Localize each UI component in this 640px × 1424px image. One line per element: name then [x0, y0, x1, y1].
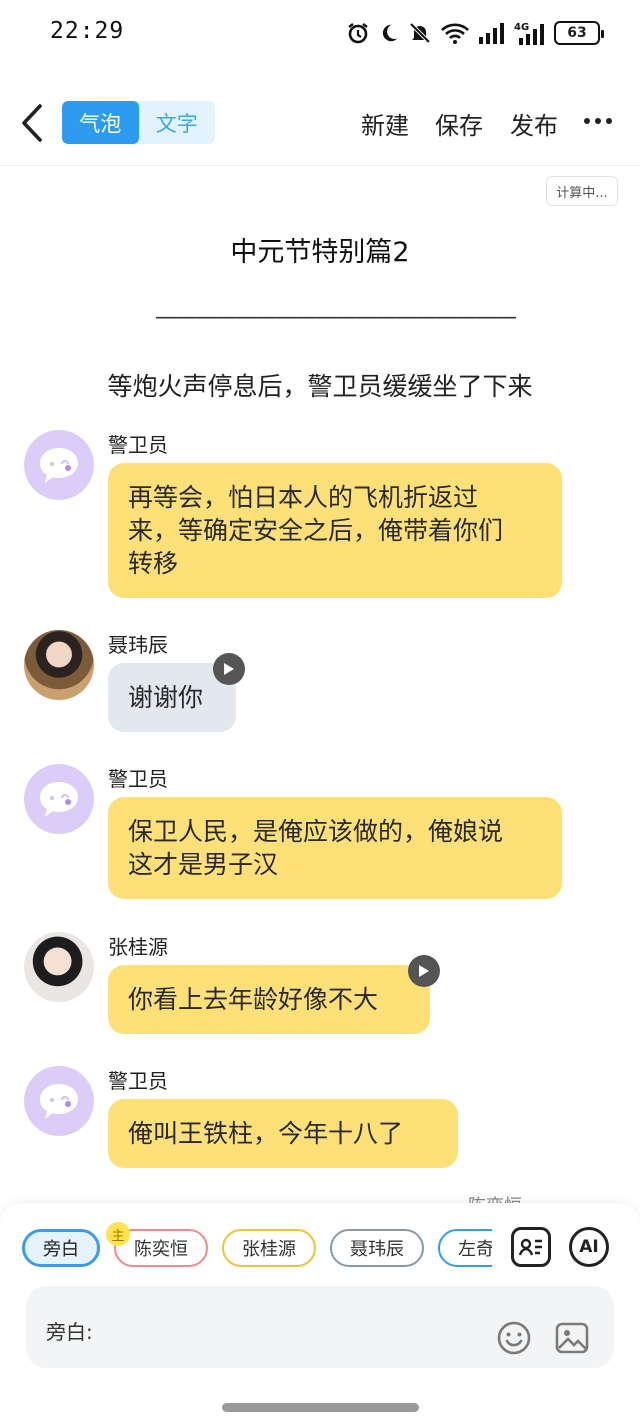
message-line: 俺叫王铁柱，今年十八了 — [128, 1119, 404, 1148]
svg-text:4G: 4G — [514, 22, 529, 33]
signal-icon — [479, 23, 504, 44]
message-line: 这才是男子汉 — [128, 850, 279, 879]
bot-avatar[interactable] — [24, 1066, 94, 1136]
view-mode-switch: 气泡 文字 — [62, 101, 215, 144]
message-line: 来，等确定安全之后，俺带着你们 — [128, 516, 504, 545]
role-chip-zuo-qihan[interactable]: 左奇函 — [438, 1229, 492, 1267]
home-indicator[interactable] — [222, 1403, 419, 1412]
ai-button[interactable]: AI — [569, 1227, 609, 1267]
message-line: 保卫人民，是俺应该做的，俺娘说 — [128, 817, 504, 846]
photo-avatar[interactable] — [24, 932, 94, 1002]
chat-bubble-face-icon — [40, 1084, 78, 1119]
alarm-icon — [348, 23, 368, 44]
role-chip-zhang-guiyuan[interactable]: 张桂源 — [222, 1229, 316, 1267]
role-selector: 旁白 陈奕恒 张桂源 聂玮辰 左奇函 — [22, 1229, 492, 1269]
chat-bubble-face-icon — [40, 448, 78, 483]
signal-4g-icon: 4G — [514, 22, 544, 45]
save-button[interactable]: 保存 — [435, 106, 483, 141]
message-line: 谢谢你 — [128, 683, 204, 712]
narration-text[interactable]: 等炮火声停息后，警卫员缓缓坐了下来 — [0, 367, 640, 403]
publish-button[interactable]: 发布 — [510, 106, 558, 141]
role-chip-narrator[interactable]: 旁白 — [22, 1229, 100, 1267]
message-line: 你看上去年龄好像不大 — [128, 985, 379, 1014]
status-bar: 22:29 4G 63 — [0, 0, 640, 66]
new-button[interactable]: 新建 — [361, 106, 409, 141]
audio-play-icon[interactable] — [408, 955, 440, 987]
bot-avatar[interactable] — [24, 764, 94, 834]
host-badge: 主 — [106, 1222, 130, 1246]
more-options-icon[interactable] — [584, 118, 612, 124]
audio-play-icon[interactable] — [213, 653, 245, 685]
chat-bubble-face-icon — [40, 782, 78, 817]
message-bubble[interactable]: 俺叫王铁柱，今年十八了 — [108, 1099, 458, 1168]
speaker-name: 警卫员 — [108, 1069, 168, 1093]
message-bubble[interactable]: 保卫人民，是俺应该做的，俺娘说 这才是男子汉 — [108, 797, 562, 899]
role-chip-nie-weichen[interactable]: 聂玮辰 — [330, 1229, 424, 1267]
battery-icon: 63 — [554, 21, 604, 45]
top-toolbar: 气泡 文字 新建 保存 发布 — [0, 80, 640, 166]
message-line: 再等会，怕日本人的飞机折返过 — [128, 483, 479, 512]
title-divider: —————————————————— — [155, 305, 517, 330]
wifi-icon — [441, 23, 469, 44]
tab-bubble[interactable]: 气泡 — [62, 101, 139, 144]
back-arrow-icon[interactable] — [18, 102, 48, 144]
moon-icon — [382, 24, 398, 42]
message-line: 转移 — [128, 549, 179, 578]
photo-avatar[interactable] — [24, 630, 94, 700]
speaker-name: 聂玮辰 — [108, 633, 168, 657]
speaker-name: 警卫员 — [108, 433, 168, 457]
status-time: 22:29 — [50, 18, 125, 44]
speaker-name: 警卫员 — [108, 767, 168, 791]
message-bubble[interactable]: 你看上去年龄好像不大 — [108, 965, 430, 1034]
bot-avatar[interactable] — [24, 430, 94, 500]
message-bubble[interactable]: 再等会，怕日本人的飞机折返过 来，等确定安全之后，俺带着你们 转移 — [108, 463, 562, 598]
contact-card-icon[interactable] — [511, 1227, 551, 1267]
status-icons: 4G 63 — [346, 18, 604, 48]
battery-level: 63 — [567, 25, 587, 41]
image-icon[interactable] — [554, 1320, 590, 1356]
emoji-icon[interactable] — [496, 1320, 532, 1356]
input-role-label: 旁白: — [46, 1320, 93, 1344]
tab-text[interactable]: 文字 — [139, 101, 216, 144]
calculating-badge: 计算中... — [546, 176, 618, 206]
mute-bell-icon — [409, 22, 431, 44]
speaker-name: 张桂源 — [108, 935, 168, 959]
story-title: 中元节特别篇2 — [230, 237, 410, 268]
message-input[interactable]: 旁白: — [26, 1286, 614, 1368]
